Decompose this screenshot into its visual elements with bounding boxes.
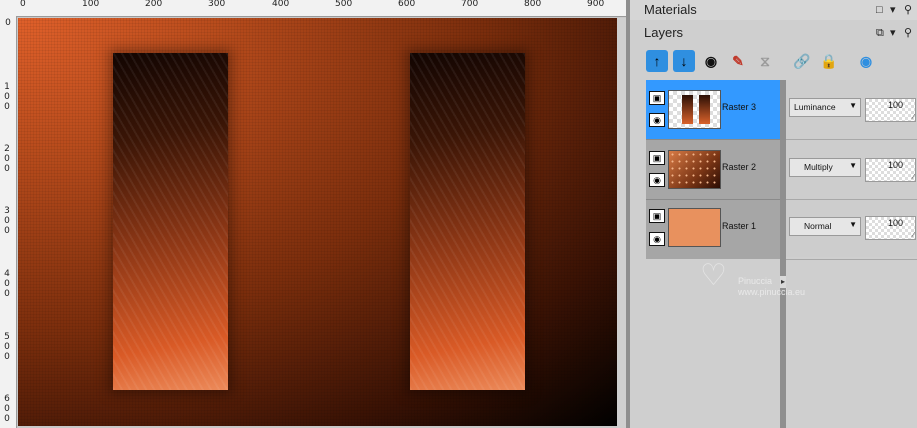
opacity-field[interactable]: 100 ∕ xyxy=(865,98,916,122)
materials-title: Materials xyxy=(644,2,697,17)
watermark-line: Pinuccia xyxy=(738,276,773,286)
ruler-label: 100 xyxy=(4,82,10,112)
ruler-label: 200 xyxy=(145,0,163,9)
visibility-icon[interactable]: ◉ xyxy=(700,50,722,72)
layer-group-icon[interactable]: ▣ xyxy=(649,91,665,105)
layer-row-raster-2[interactable]: ▣ ◉ Raster 2 xyxy=(646,140,780,199)
ruler-label: 500 xyxy=(335,0,353,9)
eye-icon[interactable]: ◉ xyxy=(649,232,665,246)
layer-row-raster-3[interactable]: ▣ ◉ Raster 3 xyxy=(646,80,780,139)
ruler-label: 300 xyxy=(4,206,10,236)
pin-icon[interactable]: ⚲ xyxy=(904,26,912,40)
opacity-value: 100 xyxy=(887,160,903,170)
layer-thumbnail xyxy=(668,208,721,247)
layer-name: Raster 2 xyxy=(722,162,757,172)
link-icon[interactable]: 🔗 xyxy=(791,50,813,72)
opacity-value: 100 xyxy=(887,100,903,110)
layer-properties-icon[interactable]: ◉ xyxy=(855,50,877,72)
promote-layer-icon[interactable]: ↑ xyxy=(646,50,668,72)
ruler-label: 200 xyxy=(4,144,10,174)
maximize-icon[interactable]: □ xyxy=(876,3,883,17)
link-mask-icon[interactable]: ⧖ xyxy=(754,50,776,72)
ruler-label: 900 xyxy=(587,0,605,9)
pin-icon[interactable]: ⚲ xyxy=(904,3,912,17)
chevron-down-icon: ▼ xyxy=(849,161,857,170)
layers-title: Layers xyxy=(644,25,684,40)
ruler-label: 300 xyxy=(208,0,226,9)
eye-icon[interactable]: ◉ xyxy=(649,173,665,187)
ruler-label: 400 xyxy=(272,0,290,9)
resize-grip-icon: ∕ xyxy=(912,114,914,121)
watermark: Pinuccia www.pinuccia.eu xyxy=(738,276,805,298)
layers-palette-header: Layers ⧉ ▾ ⚲ xyxy=(630,23,917,43)
layer-properties-row: Luminance ▼ 100 ∕ xyxy=(786,80,917,140)
opacity-value: 100 xyxy=(887,218,903,228)
chevron-down-icon: ▼ xyxy=(849,101,857,110)
image-canvas[interactable] xyxy=(18,18,617,426)
ruler-label: 100 xyxy=(82,0,100,9)
chevron-down-icon: ▼ xyxy=(849,220,857,229)
chevron-down-icon[interactable]: ▾ xyxy=(890,3,896,17)
opacity-field[interactable]: 100 ∕ xyxy=(865,158,916,182)
layer-properties-column: Luminance ▼ 100 ∕ Multiply ▼ 100 ∕ Norma… xyxy=(786,80,917,260)
layer-name: Raster 1 xyxy=(722,221,757,231)
layer-name: Raster 3 xyxy=(722,102,757,112)
watermark-line: www.pinuccia.eu xyxy=(738,287,806,297)
ruler-label: 700 xyxy=(461,0,479,9)
vertical-ruler: 0 100 200 300 400 500 600 xyxy=(0,16,17,428)
demote-layer-icon[interactable]: ↓ xyxy=(673,50,695,72)
ruler-label: 800 xyxy=(524,0,542,9)
chevron-down-icon[interactable]: ▾ xyxy=(890,26,896,40)
layer-thumbnail xyxy=(668,150,721,189)
resize-grip-icon: ∕ xyxy=(912,232,914,239)
resize-grip-icon: ∕ xyxy=(912,174,914,181)
ruler-label: 500 xyxy=(4,332,10,362)
layer-thumbnail xyxy=(668,90,721,129)
restore-icon[interactable]: ⧉ xyxy=(876,26,884,40)
ruler-label: 0 xyxy=(20,0,26,9)
ruler-label: 0 xyxy=(5,18,11,28)
edit-selection-icon[interactable]: ✎ xyxy=(727,50,749,72)
ruler-label: 400 xyxy=(4,269,10,299)
right-dock: Materials □ ▾ ⚲ Layers ⧉ ▾ ⚲ ↑ ↓ ◉ ✎ ⧖ 🔗… xyxy=(630,0,917,428)
layer-properties-row: Normal ▼ 100 ∕ xyxy=(786,200,917,260)
blend-mode-value: Luminance xyxy=(794,102,836,112)
blend-mode-select[interactable]: Multiply ▼ xyxy=(789,158,861,177)
layer-properties-row: Multiply ▼ 100 ∕ xyxy=(786,140,917,200)
canvas-frame xyxy=(617,18,626,428)
blend-mode-select[interactable]: Normal ▼ xyxy=(789,217,861,236)
layer-group-icon[interactable]: ▣ xyxy=(649,209,665,223)
materials-palette-header: Materials □ ▾ ⚲ xyxy=(630,0,917,20)
blend-mode-value: Normal xyxy=(804,221,832,231)
canvas-panel-right xyxy=(410,53,525,390)
layer-group-icon[interactable]: ▣ xyxy=(649,151,665,165)
blend-mode-value: Multiply xyxy=(804,162,833,172)
lock-icon[interactable]: 🔒 xyxy=(818,50,840,72)
canvas-panel-left xyxy=(113,53,228,390)
ruler-label: 600 xyxy=(398,0,416,9)
blend-mode-select[interactable]: Luminance ▼ xyxy=(789,98,861,117)
layer-list: ▣ ◉ Raster 3 ▣ ◉ Raster 2 ▣ ◉ Raster 1 xyxy=(646,80,780,259)
opacity-field[interactable]: 100 ∕ xyxy=(865,216,916,240)
horizontal-ruler: 0 100 200 300 400 500 600 700 800 900 xyxy=(0,0,626,17)
ruler-label: 600 xyxy=(4,394,10,424)
eye-icon[interactable]: ◉ xyxy=(649,113,665,127)
layer-row-raster-1[interactable]: ▣ ◉ Raster 1 xyxy=(646,200,780,259)
watermark-heart-icon: ♡ xyxy=(700,259,727,292)
